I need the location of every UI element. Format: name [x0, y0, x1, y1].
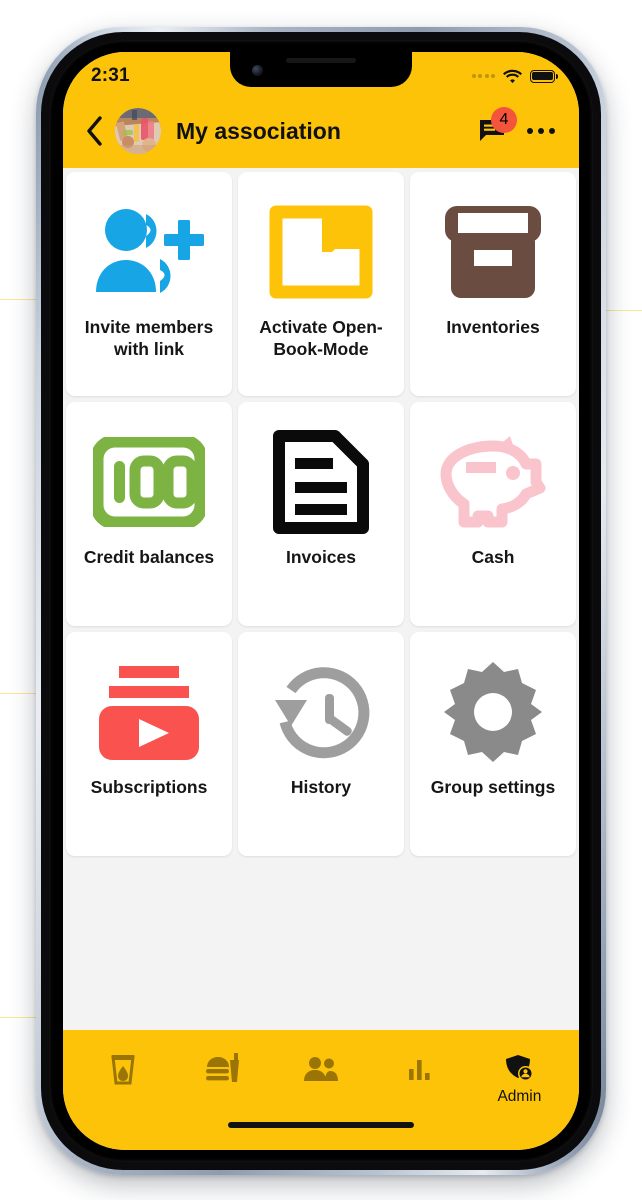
subscriptions-play-icon: [99, 666, 199, 760]
page-title: My association: [176, 117, 341, 144]
tile-subscriptions[interactable]: Subscriptions: [66, 632, 232, 856]
gear-icon: [444, 662, 542, 762]
chat-badge: 4: [491, 107, 517, 133]
tile-grid-scroll-area: Invite members with link Activate Open-B…: [63, 168, 579, 1030]
tile-icon-wrap: [436, 420, 550, 544]
person-add-icon: [96, 209, 204, 293]
drink-glass-icon: [110, 1055, 135, 1085]
guide-line-mid: [0, 693, 36, 694]
nav-item-drinks[interactable]: [73, 1052, 172, 1088]
tile-inventories[interactable]: Inventories: [410, 172, 576, 396]
tile-icon-wrap: [441, 190, 545, 314]
tile-label: Activate Open-Book-Mode: [259, 317, 383, 360]
tile-icon-wrap: [93, 420, 205, 544]
document-lines-icon: [273, 430, 369, 534]
tile-icon-wrap: [271, 420, 371, 544]
wifi-icon: [503, 69, 522, 83]
guide-line-right: [600, 310, 642, 311]
nav-item-food[interactable]: [172, 1052, 271, 1088]
tile-label: Credit balances: [83, 547, 215, 567]
front-camera: [252, 65, 263, 76]
nav-item-members[interactable]: [271, 1052, 370, 1088]
folder-open-icon: [269, 205, 373, 299]
phone-frame: 2:31 My association 4 Invite members wit…: [36, 27, 606, 1175]
tile-label: History: [290, 777, 352, 797]
tile-label: Group settings: [430, 777, 556, 797]
tile-label: Cash: [471, 547, 515, 567]
tile-group-settings[interactable]: Group settings: [410, 632, 576, 856]
nav-icon-wrap: [110, 1052, 136, 1086]
admin-shield-icon: [506, 1055, 534, 1081]
tile-grid: Invite members with link Activate Open-B…: [66, 172, 576, 856]
history-clock-icon: [275, 667, 370, 759]
nav-icon-wrap: [205, 1052, 239, 1086]
avatar[interactable]: [115, 108, 161, 154]
tile-icon-wrap: [440, 650, 546, 774]
tile-activate-open-book-mode[interactable]: Activate Open-Book-Mode: [238, 172, 404, 396]
tile-label: Inventories: [446, 317, 540, 337]
nav-icon-wrap: [303, 1052, 339, 1086]
status-clock: 2:31: [91, 65, 130, 86]
people-group-icon: [304, 1057, 338, 1081]
earpiece-speaker: [286, 58, 356, 63]
tile-icon-wrap: [267, 650, 375, 774]
guide-line-bottom: [0, 1017, 40, 1018]
chevron-left-icon: [87, 116, 102, 146]
group-photo-avatar: [115, 108, 161, 154]
chat-button[interactable]: 4: [471, 107, 517, 152]
bar-chart-icon: [409, 1060, 430, 1080]
screenshot-stage: 2:31 My association 4 Invite members wit…: [0, 0, 642, 1200]
credit-100-icon: [93, 437, 205, 527]
tile-label: Invite members with link: [84, 317, 214, 360]
nav-icon-wrap: [407, 1052, 433, 1086]
tile-cash[interactable]: Cash: [410, 402, 576, 626]
tile-icon-wrap: [266, 190, 376, 314]
cellular-dots-icon: [471, 74, 495, 78]
tile-credit-balances[interactable]: Credit balances: [66, 402, 232, 626]
tile-invoices[interactable]: Invoices: [238, 402, 404, 626]
status-indicators: [471, 69, 558, 84]
overflow-menu-icon: [527, 128, 533, 134]
home-indicator[interactable]: [228, 1122, 414, 1128]
phone-screen: 2:31 My association 4 Invite members wit…: [63, 52, 579, 1150]
tile-label: Invoices: [285, 547, 357, 567]
nav-icon-wrap: [504, 1052, 534, 1086]
tile-icon-wrap: [90, 190, 208, 314]
piggy-bank-icon: [440, 436, 546, 528]
nav-label: Admin: [497, 1088, 542, 1105]
nav-item-statistics[interactable]: [371, 1052, 470, 1088]
tile-icon-wrap: [95, 650, 203, 774]
tile-invite-members[interactable]: Invite members with link: [66, 172, 232, 396]
tile-history[interactable]: History: [238, 632, 404, 856]
tile-label: Subscriptions: [90, 777, 208, 797]
archive-box-icon: [445, 206, 541, 298]
back-button[interactable]: [77, 110, 111, 152]
notch: [230, 52, 412, 87]
overflow-menu-button[interactable]: [521, 110, 561, 152]
battery-full-icon: [530, 69, 558, 83]
app-bar: My association 4: [63, 94, 579, 168]
fastfood-icon: [205, 1053, 239, 1082]
nav-item-admin[interactable]: Admin: [470, 1052, 569, 1106]
bottom-nav: Admin: [63, 1030, 579, 1150]
